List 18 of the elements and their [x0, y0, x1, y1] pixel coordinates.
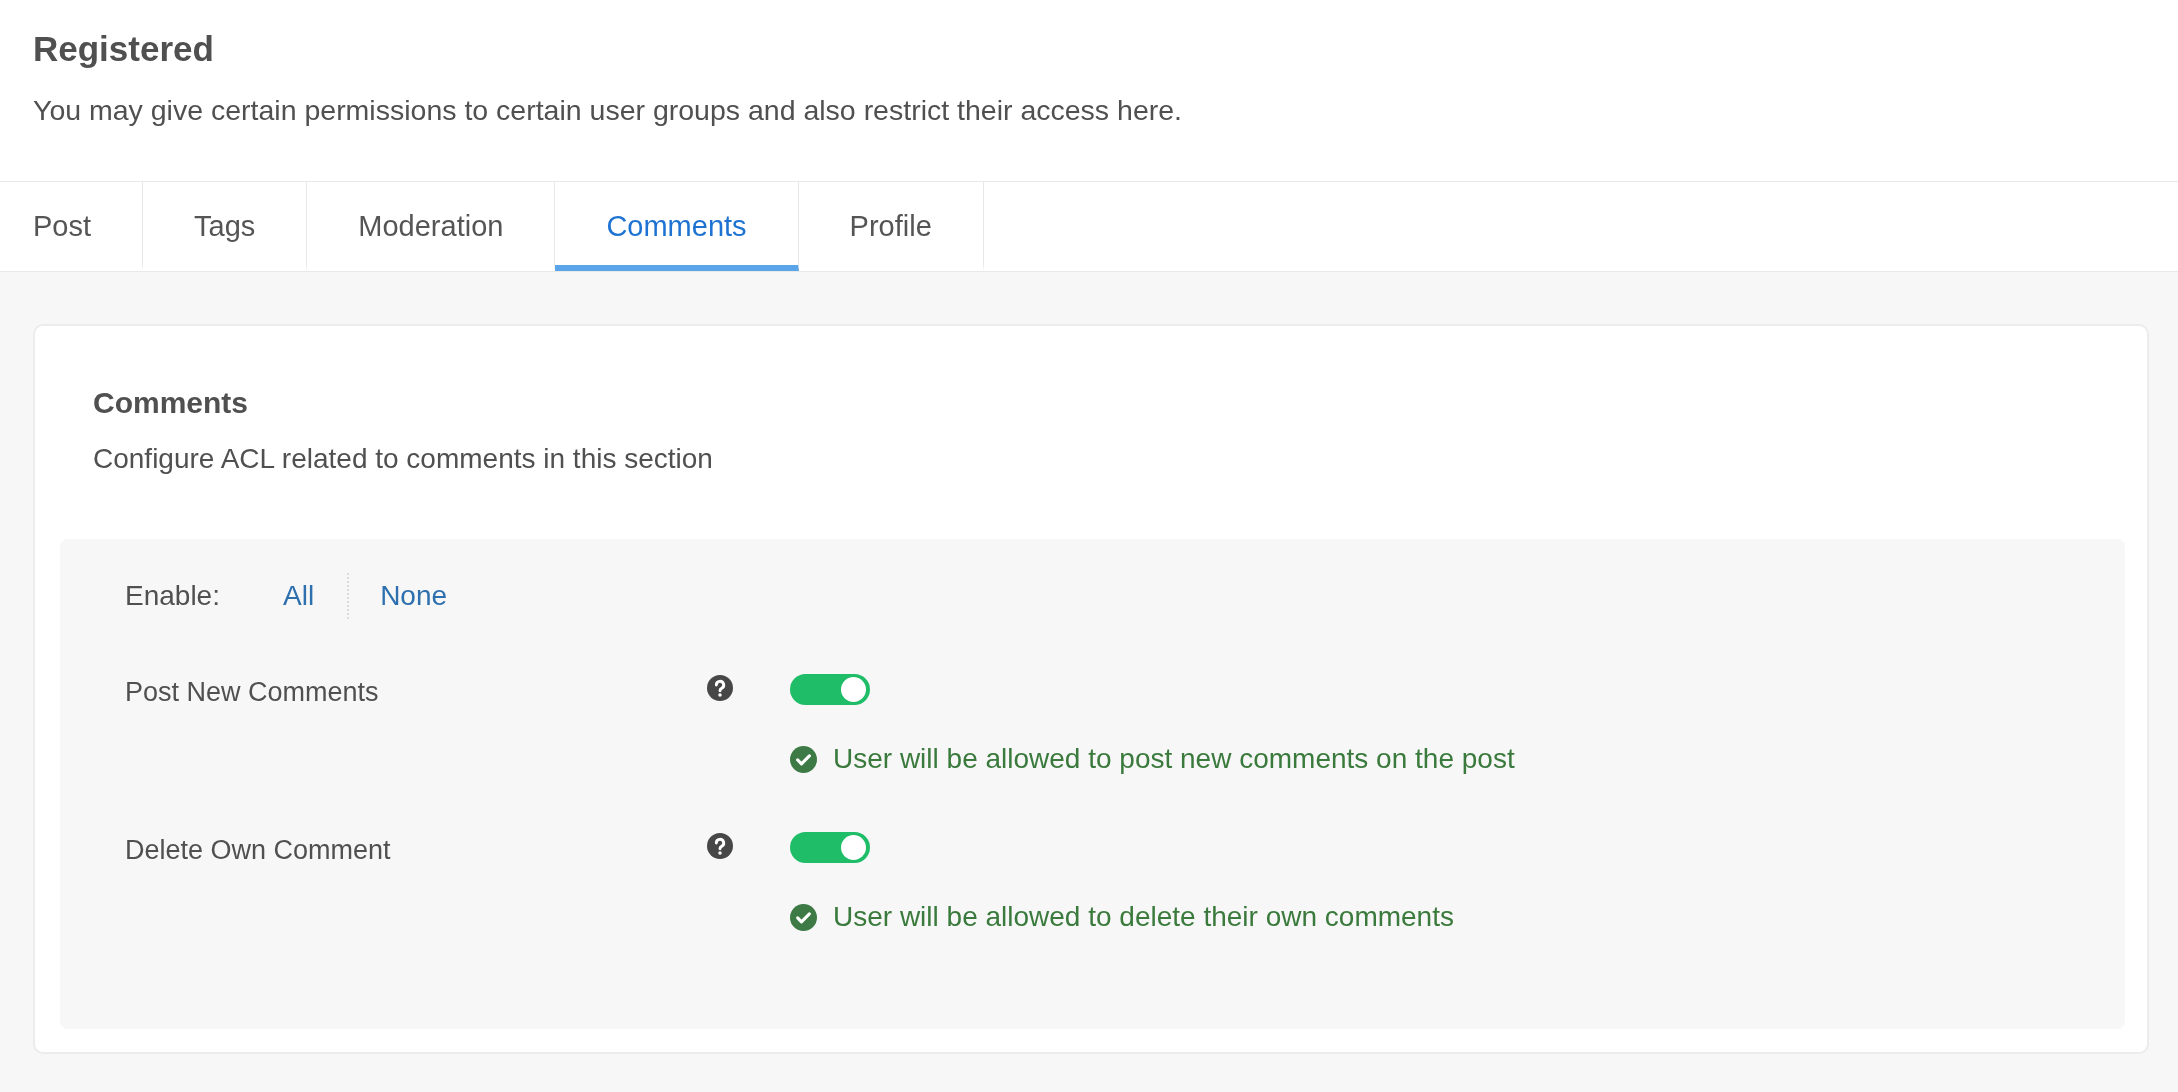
enable-link[interactable]: All: [283, 578, 348, 614]
check-circle-icon: [790, 745, 817, 773]
help-icon[interactable]: [707, 675, 733, 701]
section-title: Comments: [93, 385, 250, 421]
help-icon[interactable]: [707, 833, 733, 859]
toggle-switch[interactable]: [790, 832, 870, 863]
tab[interactable]: Comments: [555, 182, 799, 271]
permission-label: Delete Own Comment: [125, 834, 392, 867]
enable-label: Enable:: [125, 579, 221, 613]
page-title: Registered: [33, 29, 215, 69]
check-circle-icon: [790, 903, 817, 931]
page-description: You may give certain permissions to certain user groups and also restrict their access here.: [33, 93, 1183, 128]
permission-message: User will be allowed to post new comments on the post: [833, 742, 1515, 776]
permission-label: Post New Comments: [125, 676, 380, 709]
permission-message: User will be allowed to delete their own comments: [833, 900, 1454, 934]
toggle-switch[interactable]: [790, 674, 870, 705]
enable-link[interactable]: None: [347, 573, 481, 619]
section-description: Configure ACL related to comments in this section: [93, 442, 714, 476]
